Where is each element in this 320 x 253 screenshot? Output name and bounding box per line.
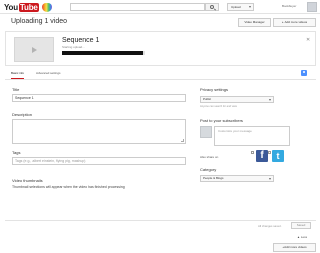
privacy-value: Public (203, 97, 212, 101)
thumbnails-label: Video thumbnails (12, 178, 43, 183)
video-thumbnail (14, 37, 54, 62)
twitter-icon[interactable]: t (272, 150, 284, 162)
top-bar: You Tube Upload Bookbuyer (0, 0, 320, 14)
bottom-add-more-videos-button[interactable]: +Add more videos (273, 243, 316, 252)
facebook-share-checkbox[interactable] (251, 151, 254, 154)
privacy-select[interactable]: Public (200, 96, 274, 103)
youtube-logo[interactable]: You Tube (4, 2, 52, 12)
upload-progress-fill (62, 51, 144, 55)
saved-status: All changes saved. (258, 224, 282, 228)
username-label[interactable]: Bookbuyer (282, 4, 296, 8)
category-select[interactable]: People & Blogs (200, 175, 274, 182)
upload-card: Sequence 1 Starting upload... ✕ (5, 31, 316, 66)
category-label: Category (200, 167, 217, 172)
tags-label: Tags (12, 150, 21, 155)
logo-tube-text: Tube (18, 2, 39, 12)
upload-status: Starting upload... (62, 45, 85, 49)
footer-divider (5, 220, 316, 221)
heart-logo-icon (41, 2, 52, 12)
tab-basic-info[interactable]: Basic info (11, 71, 25, 79)
logo-you-text: You (4, 2, 18, 12)
page-title: Uploading 1 video (11, 18, 68, 25)
post-to-subscribers-label: Post to your subscribers (200, 118, 243, 123)
thumbnails-note: Thumbnail selections will appear when th… (12, 185, 125, 189)
facebook-icon[interactable]: f (256, 150, 268, 162)
dropdown-caret-icon (269, 99, 271, 101)
close-icon[interactable]: ✕ (306, 38, 310, 43)
less-link[interactable]: ▲ Less (297, 235, 307, 239)
message-input[interactable]: Customize your message (214, 126, 290, 146)
title-input[interactable]: Sequence 1 (12, 94, 186, 102)
tags-input[interactable]: Tags (e.g., albert einstein, flying pig,… (12, 157, 186, 165)
share-label: Also share on (200, 155, 219, 159)
video-manager-button[interactable]: Video Manager (238, 18, 271, 27)
description-input[interactable] (12, 119, 186, 144)
tags-placeholder: Tags (e.g., albert einstein, flying pig,… (15, 159, 86, 163)
video-placeholder-icon (32, 47, 37, 53)
description-label: Description (12, 112, 33, 117)
video-title: Sequence 1 (62, 37, 100, 44)
message-placeholder: Customize your message (218, 129, 252, 133)
avatar[interactable] (307, 2, 317, 12)
add-more-videos-label: Add more videos (284, 20, 308, 24)
privacy-label: Privacy settings (200, 87, 229, 92)
settings-icon[interactable] (301, 70, 307, 76)
poster-avatar (200, 126, 212, 138)
saved-button[interactable]: Saved (291, 222, 311, 229)
tab-advanced-settings[interactable]: Advanced settings (36, 71, 61, 78)
tab-bar: Basic info Advanced settings (5, 68, 316, 80)
search-input[interactable] (70, 3, 205, 11)
bottom-add-more-videos-label: Add more videos (284, 245, 307, 249)
upload-button-label: Upload (231, 5, 241, 9)
dropdown-caret-icon (269, 178, 271, 180)
upload-progress-bar (62, 51, 145, 55)
dropdown-caret-icon (249, 6, 251, 8)
search-icon-handle (213, 8, 217, 11)
category-value: People & Blogs (203, 176, 224, 180)
plus-icon: + (281, 20, 284, 24)
search-button[interactable] (205, 3, 219, 11)
title-label: Title (12, 87, 20, 92)
resize-handle[interactable] (181, 139, 184, 142)
upload-button[interactable]: Upload (227, 3, 254, 11)
privacy-hint: Anyone can search for and view (200, 105, 237, 108)
add-more-videos-button[interactable]: +Add more videos (273, 18, 316, 27)
twitter-share-checkbox[interactable] (268, 151, 271, 154)
